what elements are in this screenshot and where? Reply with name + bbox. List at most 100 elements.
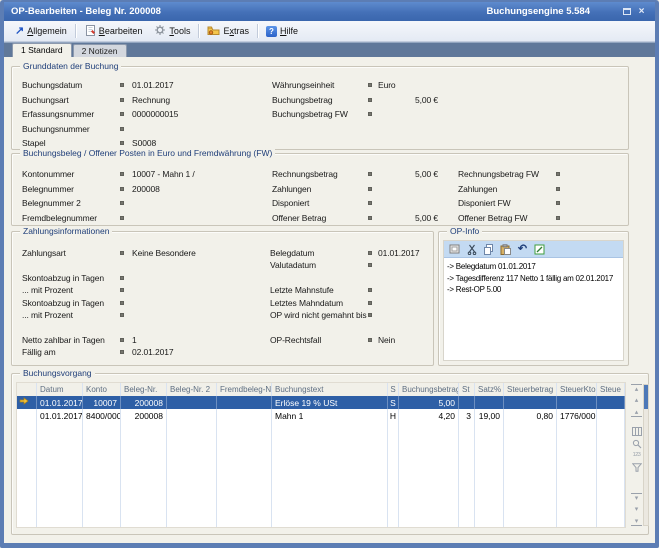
menu-allgemein[interactable]: ↗ Allgemein <box>9 24 73 38</box>
belegnummer-field[interactable]: 200008 <box>132 184 160 194</box>
group-op-info: OP-Info ↶ -> Belegdatum 01.01.2017 -> Ta… <box>438 231 629 366</box>
help-icon: ? <box>266 26 277 37</box>
columns-icon[interactable] <box>631 427 642 436</box>
undo-icon[interactable]: ↶ <box>516 243 529 256</box>
prev-row-icon[interactable]: ▴ <box>631 396 642 405</box>
waehrungseinheit-field[interactable]: Euro <box>378 80 396 90</box>
table-row-selected[interactable]: 01.01.2017 10007 200008 Erlöse 19 % USt … <box>17 396 625 409</box>
group-zahlungsinformationen: Zahlungsinformationen Zahlungsart Keine … <box>11 231 434 366</box>
column-header[interactable]: Konto <box>83 383 121 396</box>
table-row[interactable]: 01.01.2017 8400/000 200008 Mahn 1 H 4,20… <box>17 409 625 422</box>
tab-notizen[interactable]: 2 Notizen <box>73 44 127 57</box>
group-title: Buchungsbeleg / Offener Posten in Euro u… <box>20 148 275 159</box>
field-marker <box>368 201 372 205</box>
belegdatum-field[interactable]: 01.01.2017 <box>378 248 420 258</box>
cell-satz <box>475 396 504 409</box>
field-label: ... mit Prozent <box>22 310 73 320</box>
group-title: Zahlungsinformationen <box>20 226 112 237</box>
offener-betrag-field[interactable]: 5,00 € <box>372 213 438 223</box>
column-header[interactable]: Satz% <box>475 383 504 396</box>
op-info-line: -> Rest-OP 5.00 <box>447 284 620 296</box>
last-row-icon[interactable]: ▾ <box>631 517 642 526</box>
field-marker <box>556 216 560 220</box>
column-header[interactable]: Datum <box>37 383 83 396</box>
field-marker <box>556 172 560 176</box>
column-header[interactable]: Buchungstext <box>272 383 388 396</box>
field-marker <box>120 187 124 191</box>
tab-strip: 1 Standard 2 Notizen <box>4 42 655 57</box>
column-header[interactable]: Steue <box>597 383 625 396</box>
column-header[interactable]: Buchungsbetrag € <box>399 383 459 396</box>
field-label: OP wird nicht gemahnt bis <box>270 310 367 320</box>
window-title: OP-Bearbeiten - Beleg Nr. 200008 <box>11 6 161 17</box>
group-title: Grunddaten der Buchung <box>20 61 121 72</box>
cell-steuerkto <box>557 396 597 409</box>
kontonummer-field[interactable]: 10007 - Mahn 1 / <box>132 169 195 179</box>
cell-datum: 01.01.2017 <box>37 409 83 422</box>
titlebar[interactable]: OP-Bearbeiten - Beleg Nr. 200008 Buchung… <box>4 2 655 21</box>
record-count-icon[interactable]: 123 <box>631 451 642 460</box>
column-header[interactable]: SteuerKto 1 <box>557 383 597 396</box>
field-label: Letztes Mahndatum <box>270 298 343 308</box>
field-label: Disponiert <box>272 198 309 208</box>
faellig-am-field[interactable]: 02.01.2017 <box>132 347 174 357</box>
current-row-icon <box>17 396 37 409</box>
column-header[interactable]: S <box>388 383 399 396</box>
field-marker <box>368 251 372 255</box>
cell-fremdbeleg-nr <box>217 396 272 409</box>
page-up-icon[interactable]: ▴ <box>631 408 642 417</box>
field-marker <box>368 301 372 305</box>
close-icon[interactable]: × <box>635 5 648 18</box>
first-row-icon[interactable]: ▴ <box>631 384 642 393</box>
edit-icon[interactable] <box>533 243 546 256</box>
filter-icon[interactable] <box>631 463 642 472</box>
buchungsdatum-field[interactable]: 01.01.2017 <box>132 80 174 90</box>
paste-icon[interactable] <box>499 243 512 256</box>
menu-hilfe[interactable]: ? Hilfe <box>260 24 304 39</box>
field-marker <box>556 201 560 205</box>
op-bearbeiten-window: OP-Bearbeiten - Beleg Nr. 200008 Buchung… <box>0 0 659 548</box>
scrollbar-thumb[interactable] <box>644 385 648 409</box>
next-row-icon[interactable]: ▾ <box>631 505 642 514</box>
menu-tools[interactable]: Tools <box>148 22 196 40</box>
field-label: Rechnungsbetrag <box>272 169 338 179</box>
table-scrollbar[interactable] <box>643 384 649 526</box>
cut-icon[interactable] <box>465 243 478 256</box>
field-label: Erfassungsnummer <box>22 109 94 119</box>
cell-beleg-nr2 <box>167 409 217 422</box>
op-info-line: -> Belegdatum 01.01.2017 <box>447 261 620 273</box>
column-header[interactable]: Beleg-Nr. 2 <box>167 383 217 396</box>
group-title: Buchungsvorgang <box>20 368 95 379</box>
netto-tage-field[interactable]: 1 <box>132 335 137 345</box>
field-label: Währungseinheit <box>272 80 334 90</box>
menu-bearbeiten[interactable]: Bearbeiten <box>78 22 149 40</box>
field-label: ... mit Prozent <box>22 285 73 295</box>
field-marker <box>368 112 372 116</box>
column-header[interactable]: Beleg-Nr. <box>121 383 167 396</box>
field-label: Buchungsbetrag <box>272 95 333 105</box>
cell-beleg-nr: 200008 <box>121 396 167 409</box>
cell-buchungstext: Mahn 1 <box>272 409 388 422</box>
erfassungsnummer-field[interactable]: 0000000015 <box>132 109 178 119</box>
column-header[interactable]: Fremdbeleg-Nr. <box>217 383 272 396</box>
column-header[interactable]: St <box>459 383 475 396</box>
restore-icon[interactable] <box>620 5 633 18</box>
page-down-icon[interactable]: ▾ <box>631 493 642 502</box>
copy-icon[interactable] <box>482 243 495 256</box>
menu-extras[interactable]: Extras <box>201 23 255 40</box>
column-header[interactable]: Steuerbetrag <box>504 383 557 396</box>
table-side-toolbar: ▴ ▴ ▴ 123 ▾ ▾ ▾ <box>630 384 643 526</box>
cell-s: S <box>388 396 399 409</box>
field-label: Belegnummer 2 <box>22 198 81 208</box>
field-marker <box>368 288 372 292</box>
zahlungsart-field[interactable]: Keine Besondere <box>132 248 196 258</box>
select-frame-icon[interactable] <box>448 243 461 256</box>
stapel-field[interactable]: S0008 <box>132 138 156 148</box>
tab-standard[interactable]: 1 Standard <box>12 43 72 57</box>
search-icon[interactable] <box>631 439 642 448</box>
field-label: Buchungsdatum <box>22 80 82 90</box>
buchungsbetrag-field[interactable]: 5,00 € <box>372 95 438 105</box>
op-rechtsfall-field[interactable]: Nein <box>378 335 395 345</box>
rechnungsbetrag-field[interactable]: 5,00 € <box>372 169 438 179</box>
buchungsart-field[interactable]: Rechnung <box>132 95 170 105</box>
